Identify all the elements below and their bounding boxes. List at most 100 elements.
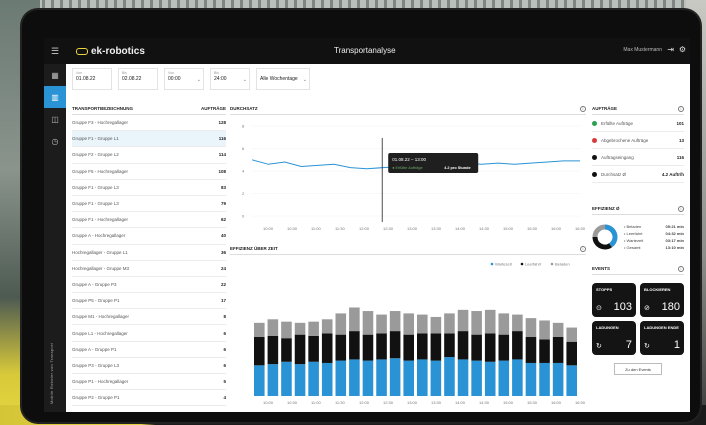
bar-segment-beladen[interactable]: [308, 361, 319, 396]
bar-segment-beladen[interactable]: [471, 360, 482, 396]
bar-segment-wartezeit[interactable]: [484, 309, 496, 334]
dashboard-icon[interactable]: ▦: [44, 64, 66, 86]
settings-icon[interactable]: ⚙: [679, 45, 686, 54]
table-row[interactable]: Gruppe F1 - Hochregallager 62: [72, 212, 226, 229]
bar-segment-leerfahrt[interactable]: [457, 331, 469, 360]
bar-segment-leerfahrt[interactable]: [321, 333, 333, 363]
event-card[interactable]: STOPPS ⊙ 103: [592, 283, 636, 317]
bar-segment-leerfahrt[interactable]: [389, 331, 401, 359]
map-icon[interactable]: ◫: [44, 108, 66, 130]
bar-segment-beladen[interactable]: [254, 365, 265, 396]
date-from-filter[interactable]: Von 01.08.22: [72, 68, 112, 90]
bar-segment-beladen[interactable]: [525, 362, 537, 396]
table-row[interactable]: Gruppe F5 - Hochregallager 108: [72, 164, 226, 180]
user-name[interactable]: Max Mustermann: [623, 47, 662, 53]
column-header-orders[interactable]: Aufträge: [201, 106, 226, 114]
bar-segment-wartezeit[interactable]: [349, 307, 360, 332]
all-events-button[interactable]: Zu den Events: [614, 363, 662, 375]
clock-icon[interactable]: ◷: [44, 130, 66, 152]
bar-segment-beladen[interactable]: [457, 359, 469, 396]
bar-segment-beladen[interactable]: [539, 362, 550, 396]
info-icon[interactable]: i: [580, 106, 586, 112]
bar-segment-wartezeit[interactable]: [308, 321, 319, 336]
bar-segment-leerfahrt[interactable]: [294, 334, 306, 365]
bar-segment-wartezeit[interactable]: [457, 309, 469, 332]
bar-segment-beladen[interactable]: [430, 360, 442, 396]
bar-segment-beladen[interactable]: [362, 360, 374, 396]
bar-segment-leerfahrt[interactable]: [444, 333, 455, 358]
bar-segment-leerfahrt[interactable]: [566, 341, 577, 366]
menu-icon[interactable]: ☰: [44, 46, 66, 57]
event-card[interactable]: BLOCKIEREN ⊘ 180: [640, 283, 684, 317]
bar-segment-wartezeit[interactable]: [335, 313, 347, 335]
time-to-filter[interactable]: Bis 24:00 ⌄: [210, 68, 250, 90]
bar-segment-leerfahrt[interactable]: [539, 339, 550, 363]
bar-segment-beladen[interactable]: [389, 358, 401, 396]
bar-segment-beladen[interactable]: [444, 357, 455, 396]
bar-segment-leerfahrt[interactable]: [281, 338, 292, 362]
table-row[interactable]: Gruppe P5 - Gruppe P1 17: [72, 293, 226, 310]
bar-segment-beladen[interactable]: [267, 364, 279, 396]
bar-segment-beladen[interactable]: [321, 362, 333, 396]
bar-segment-leerfahrt[interactable]: [376, 333, 387, 360]
bar-segment-wartezeit[interactable]: [566, 327, 577, 342]
bar-segment-wartezeit[interactable]: [471, 311, 482, 335]
info-icon[interactable]: i: [678, 266, 684, 272]
info-icon[interactable]: i: [580, 246, 586, 252]
bar-segment-leerfahrt[interactable]: [254, 337, 265, 366]
bar-segment-leerfahrt[interactable]: [512, 331, 523, 360]
bar-segment-wartezeit[interactable]: [552, 322, 564, 337]
bar-segment-beladen[interactable]: [281, 361, 292, 396]
bar-segment-beladen[interactable]: [512, 359, 523, 396]
table-row[interactable]: Gruppe F2 - Gruppe L2 114: [72, 147, 226, 164]
bar-segment-wartezeit[interactable]: [376, 314, 387, 334]
table-row[interactable]: Gruppe F1 - Gruppe L1 116: [72, 131, 226, 148]
bar-segment-wartezeit[interactable]: [389, 311, 401, 332]
table-row[interactable]: Hochregallager - Gruppe L1 36: [72, 245, 226, 261]
bar-segment-beladen[interactable]: [566, 365, 577, 396]
date-to-filter[interactable]: Bis 02.08.22: [118, 68, 158, 90]
bar-segment-wartezeit[interactable]: [254, 322, 265, 337]
analytics-icon[interactable]: ▥: [44, 86, 66, 108]
table-row[interactable]: Gruppe L1 - Hochregallager 6: [72, 325, 226, 342]
bar-segment-beladen[interactable]: [349, 359, 360, 396]
bar-segment-wartezeit[interactable]: [362, 311, 374, 335]
table-row[interactable]: Gruppe F3 - Hochregallager 128: [72, 115, 226, 132]
bar-segment-leerfahrt[interactable]: [430, 333, 442, 361]
bar-segment-leerfahrt[interactable]: [484, 333, 496, 362]
bar-segment-wartezeit[interactable]: [267, 319, 279, 336]
bar-segment-wartezeit[interactable]: [417, 314, 428, 334]
bar-segment-wartezeit[interactable]: [539, 320, 550, 340]
bar-segment-beladen[interactable]: [484, 361, 496, 396]
bar-segment-leerfahrt[interactable]: [471, 334, 482, 361]
bar-segment-wartezeit[interactable]: [444, 313, 455, 334]
table-row[interactable]: Gruppe A - Gruppe P1 6: [72, 342, 226, 358]
bar-segment-wartezeit[interactable]: [525, 318, 537, 337]
bar-segment-beladen[interactable]: [552, 362, 564, 396]
info-icon[interactable]: i: [678, 206, 684, 212]
bar-segment-leerfahrt[interactable]: [335, 334, 347, 361]
bar-segment-wartezeit[interactable]: [430, 316, 442, 334]
bar-segment-wartezeit[interactable]: [294, 322, 306, 335]
bar-segment-leerfahrt[interactable]: [349, 331, 360, 360]
bar-segment-wartezeit[interactable]: [281, 321, 292, 339]
bar-segment-leerfahrt[interactable]: [552, 337, 564, 363]
bar-segment-leerfahrt[interactable]: [267, 335, 279, 365]
logout-icon[interactable]: ⇥: [667, 45, 674, 54]
bar-segment-leerfahrt[interactable]: [403, 334, 414, 361]
bar-segment-beladen[interactable]: [403, 360, 414, 396]
table-row[interactable]: Hochregallager - Gruppe M3 24: [72, 261, 226, 277]
bar-segment-beladen[interactable]: [417, 359, 428, 396]
event-card[interactable]: LADUNGEN ↻ 7: [592, 321, 636, 355]
time-from-filter[interactable]: Von 00:00 ⌄: [164, 68, 204, 90]
bar-segment-wartezeit[interactable]: [512, 314, 523, 332]
bar-segment-beladen[interactable]: [294, 364, 306, 396]
table-row[interactable]: Gruppe M1 - Hochregallager 8: [72, 309, 226, 326]
table-row[interactable]: Gruppe F1 - Gruppe L3 79: [72, 196, 226, 213]
shift-filter[interactable]: Alle Wochentage ⌄: [256, 68, 310, 90]
table-row[interactable]: Gruppe P2 - Gruppe P1 4: [72, 390, 226, 407]
info-icon[interactable]: i: [678, 106, 684, 112]
bar-segment-beladen[interactable]: [376, 359, 387, 396]
event-card[interactable]: LADUNGEN ENDE ↻ 1: [640, 321, 684, 355]
table-row[interactable]: Gruppe P1 - Hochregallager 5: [72, 374, 226, 391]
